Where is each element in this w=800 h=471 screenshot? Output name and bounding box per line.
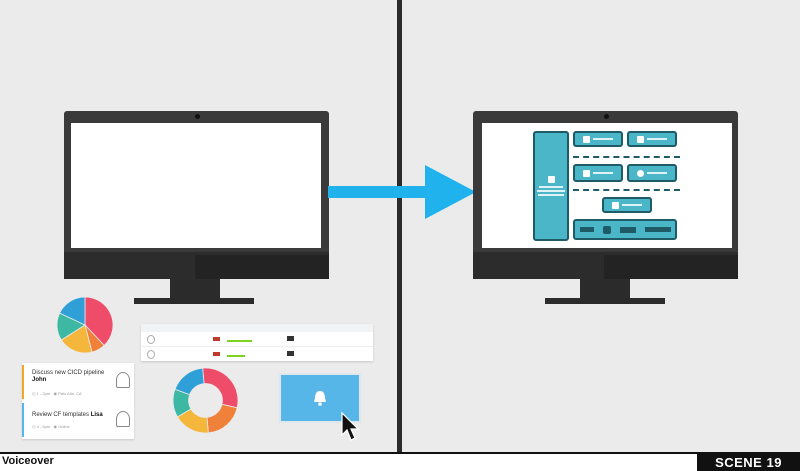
arrow-shaft <box>328 186 428 198</box>
task-assignee: Lisa <box>90 412 103 418</box>
task-item-2[interactable]: Review CF templates Lisa ◷ 4 - 5pm ◉ Onl… <box>22 403 134 437</box>
arch-dashed-separator-2 <box>573 189 680 191</box>
right-monitor-stand <box>580 279 630 299</box>
progress-bar <box>227 355 245 357</box>
donut-chart <box>172 367 239 434</box>
service-icon <box>637 135 644 143</box>
card-icon <box>287 336 294 341</box>
voiceover-label: Voiceover <box>2 455 54 467</box>
chart-slice-4 <box>174 367 205 396</box>
panel-divider <box>397 0 402 452</box>
progress-bar <box>227 340 252 342</box>
lock-icon <box>547 176 555 183</box>
bell-icon <box>314 391 326 406</box>
service-icon <box>637 169 644 177</box>
arch-frontend-block <box>533 131 569 241</box>
arch-service-box-1 <box>573 131 623 147</box>
service-icon <box>583 169 590 177</box>
task-location: Palo Alto, CA <box>58 391 82 396</box>
task-title: Review CF templates <box>32 412 90 418</box>
card-icon <box>287 351 294 356</box>
task-location: Online <box>58 424 70 429</box>
flag-icon <box>213 352 220 356</box>
user-icon <box>147 350 155 359</box>
left-monitor-screen <box>71 123 321 248</box>
left-monitor-camera <box>195 114 200 119</box>
transition-arrow <box>328 165 476 219</box>
mouse-pointer-icon <box>341 411 360 441</box>
right-monitor-camera <box>604 114 609 119</box>
user-icon <box>147 335 155 344</box>
clock-icon: ◷ <box>32 424 36 429</box>
arch-database-box <box>573 219 677 240</box>
arch-service-box-3 <box>573 164 623 182</box>
arch-dashed-separator-1 <box>573 156 680 158</box>
scene-label: SCENE 19 <box>697 453 800 471</box>
table-row[interactable] <box>141 347 373 361</box>
service-icon <box>612 201 619 209</box>
arch-service-box-5 <box>602 197 652 213</box>
database-logo-icon <box>579 227 594 232</box>
database-logo-icon <box>602 225 611 234</box>
location-icon: ◉ <box>53 391 58 396</box>
service-icon <box>583 135 590 143</box>
clock-icon: ◷ <box>32 391 36 396</box>
task-accent-bar <box>22 365 24 399</box>
task-title: Discuss new CICD pipeline <box>32 370 105 376</box>
flag-icon <box>213 337 220 341</box>
left-monitor-chin-panel <box>195 255 329 279</box>
task-item-1[interactable]: Discuss new CICD pipeline John ◷ 1 - 2pm… <box>22 365 134 399</box>
database-logo-icon <box>619 226 636 233</box>
task-accent-bar <box>22 403 24 437</box>
database-logo-icon <box>644 227 671 232</box>
arch-service-box-4 <box>627 164 677 182</box>
arch-service-box-2 <box>627 131 677 147</box>
task-time: 1 - 2pm <box>36 391 51 396</box>
left-monitor-base <box>134 298 254 304</box>
right-monitor-chin-panel <box>604 255 738 279</box>
chart-slice-0 <box>202 367 239 409</box>
avatar-icon <box>116 372 130 388</box>
chart-slice-1 <box>206 403 238 434</box>
task-assignee: John <box>32 377 47 383</box>
footer-bar <box>0 454 800 471</box>
left-monitor-stand <box>170 279 220 299</box>
right-monitor-base <box>545 298 665 304</box>
table-header <box>141 324 373 332</box>
data-table-card <box>141 324 373 361</box>
pie-chart <box>56 296 114 354</box>
arrow-head <box>425 165 476 219</box>
location-icon: ◉ <box>53 424 58 429</box>
table-row[interactable] <box>141 332 373 347</box>
task-list-card: Discuss new CICD pipeline John ◷ 1 - 2pm… <box>22 363 134 439</box>
task-time: 4 - 5pm <box>36 424 51 429</box>
avatar-icon <box>116 411 130 427</box>
